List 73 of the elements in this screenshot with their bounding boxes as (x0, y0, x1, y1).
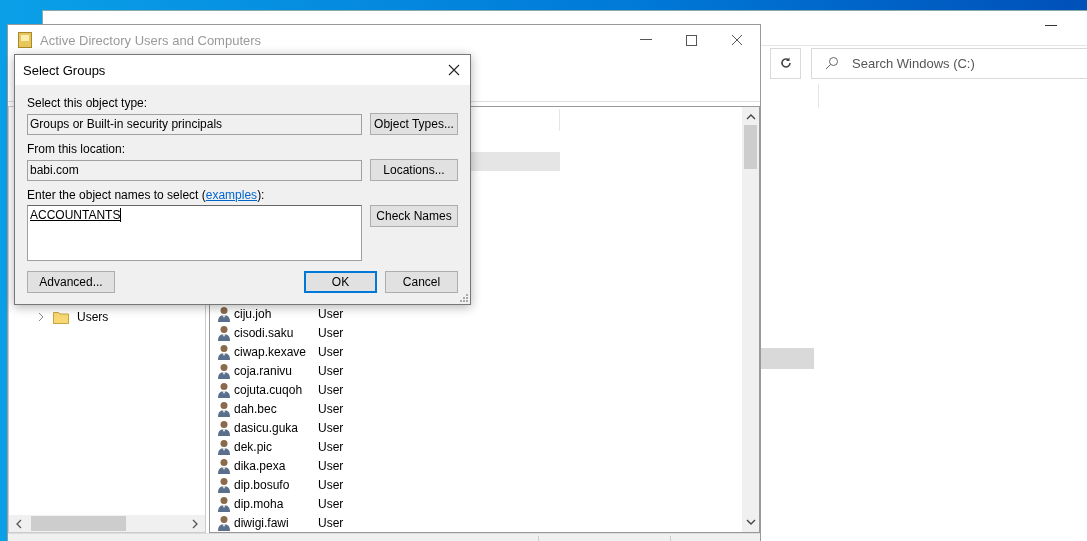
folder-icon (53, 309, 69, 324)
search-icon (825, 55, 839, 70)
user-name-cell[interactable]: ciwap.kexave (234, 344, 318, 359)
minimize-icon[interactable] (640, 39, 652, 41)
object-type-field: Groups or Built-in security principals (27, 113, 362, 135)
user-name-cell[interactable]: dip.moha (234, 496, 318, 511)
user-icon (217, 362, 231, 379)
user-name-cell[interactable]: dip.bosufo (234, 477, 318, 492)
examples-link[interactable]: examples (205, 188, 258, 202)
type-cell: User (318, 306, 344, 321)
user-icon (217, 495, 231, 512)
scroll-down-icon[interactable] (745, 518, 756, 526)
type-cell: User (318, 515, 344, 530)
user-name-cell[interactable]: diwigi.fawi (234, 515, 318, 530)
console-icon (18, 32, 32, 48)
dialog-title: Select Groups (23, 62, 106, 78)
user-icon (217, 419, 231, 436)
user-icon (217, 305, 231, 322)
minimize-icon[interactable] (1045, 25, 1057, 27)
location-field: babi.com (27, 159, 362, 181)
maximize-icon[interactable] (686, 34, 697, 46)
type-cell: User (318, 420, 344, 435)
advanced-button[interactable]: Advanced... (27, 271, 115, 293)
field-label: Enter the object names to select (examples): (27, 187, 266, 203)
refresh-button[interactable] (770, 47, 801, 79)
type-cell: User (318, 477, 344, 492)
refresh-icon (778, 56, 793, 70)
type-cell: User (318, 401, 344, 416)
user-icon (217, 381, 231, 398)
user-name-cell[interactable]: ciju.joh (234, 306, 318, 321)
expand-chevron-icon[interactable] (37, 311, 45, 322)
vertical-scrollbar[interactable] (742, 107, 759, 532)
type-cell: User (318, 458, 344, 473)
dialog-button[interactable]: Cancel (385, 271, 458, 293)
resize-grip-icon[interactable] (459, 293, 468, 302)
user-name-cell[interactable]: dasicu.guka (234, 420, 318, 435)
user-icon (217, 343, 231, 360)
scroll-thumb[interactable] (31, 516, 126, 531)
window-title: Active Directory Users and Computers (40, 32, 262, 48)
user-name-cell[interactable]: cojuta.cuqoh (234, 382, 318, 397)
user-name-cell[interactable]: coja.ranivu (234, 363, 318, 378)
user-icon (217, 400, 231, 417)
object-types-button[interactable]: Object Types... (370, 113, 458, 135)
user-icon (217, 457, 231, 474)
type-cell: User (318, 439, 344, 454)
scroll-right-icon[interactable] (191, 518, 199, 529)
scroll-up-icon[interactable] (745, 113, 756, 121)
scroll-left-icon[interactable] (15, 518, 23, 529)
dialog-button[interactable]: OK (304, 271, 377, 293)
user-icon (217, 514, 231, 531)
horizontal-scrollbar[interactable] (9, 515, 205, 532)
user-name-cell[interactable]: cisodi.saku (234, 325, 318, 340)
user-name-cell[interactable]: dek.pic (234, 439, 318, 454)
object-names-field[interactable]: ACCOUNTANTS (27, 205, 362, 261)
type-cell: User (318, 363, 344, 378)
user-icon (217, 324, 231, 341)
user-name-cell[interactable]: dika.pexa (234, 458, 318, 473)
type-cell: User (318, 325, 344, 340)
type-cell: User (318, 496, 344, 511)
user-name-cell[interactable]: dah.bec (234, 401, 318, 416)
close-icon[interactable] (448, 64, 460, 76)
field-label: Select this object type: (27, 95, 149, 111)
check-names-button[interactable]: Check Names (370, 205, 458, 227)
scroll-thumb[interactable] (744, 125, 757, 169)
user-icon (217, 438, 231, 455)
locations-button[interactable]: Locations... (370, 159, 458, 181)
search-field[interactable]: Search Windows (C:) (811, 47, 1087, 79)
tree-item[interactable]: Users (77, 309, 109, 324)
close-icon[interactable] (731, 34, 743, 46)
type-cell: User (318, 344, 344, 359)
user-icon (217, 476, 231, 493)
field-label: From this location: (27, 141, 127, 157)
type-cell: User (318, 382, 344, 397)
